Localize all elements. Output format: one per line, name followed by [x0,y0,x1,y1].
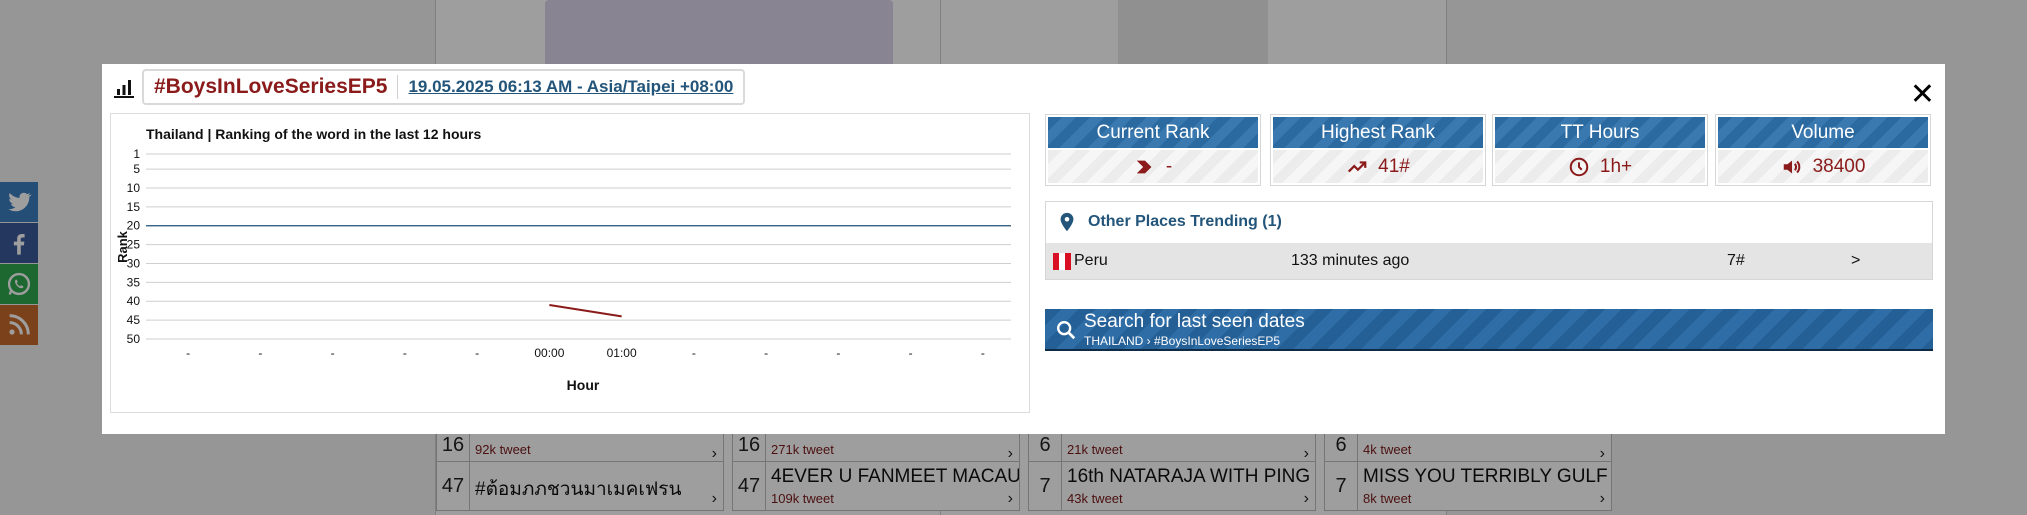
trend-datetime-link[interactable]: 19.05.2025 06:13 AM - Asia/Taipei +08:00 [398,77,743,97]
modal-header: #BoysInLoveSeriesEP5 19.05.2025 06:13 AM… [142,69,746,105]
chart-y-tick-label: 35 [127,275,141,289]
chart-series [549,304,622,318]
stat-value-row: 41# [1273,150,1483,183]
chart-y-tick-label: 20 [127,219,141,233]
chart-title: Thailand | Ranking of the word in the la… [146,126,481,142]
stat-tt-hours: TT Hours 1h+ [1492,114,1708,186]
chart-x-ticks: - - - - - 00:00 01:00 - - - - - [186,346,985,360]
clock-icon [1569,157,1589,176]
chart-x-tick-label: 00:00 [534,346,564,360]
chart-x-tick-label: - [981,346,985,360]
stat-current-rank: Current Rank - [1045,114,1261,186]
chart-x-tick-label: - [475,346,479,360]
place-time-ago: 133 minutes ago [1291,252,1410,269]
stat-volume: Volume 38400 [1715,114,1931,186]
place-country: Peru [1074,252,1108,269]
search-breadcrumb: THAILAND › #BoysInLoveSeriesEP5 [1084,334,1281,348]
chart-x-tick-label: - [331,346,335,360]
chart-y-ticks: 15 10 15 20 25 30 35 40 45 50 [127,147,141,346]
stat-value-row: 38400 [1718,150,1928,183]
other-places-header: Other Places Trending (1) [1046,202,1932,242]
search-icon [1057,321,1076,340]
place-arrow: > [1851,252,1861,269]
stat-label: Current Rank [1048,117,1258,148]
bar-chart-icon [114,80,134,98]
trend-hashtag-title: #BoysInLoveSeriesEP5 [154,75,388,98]
chart-x-tick-label: - [764,346,768,360]
chart-x-tick-label: - [186,346,190,360]
chart-y-tick-label: 30 [127,256,141,270]
volume-icon [1783,160,1800,173]
stat-label: TT Hours [1495,117,1705,148]
stat-value-row: 1h+ [1495,150,1705,183]
chart-y-tick-label: 45 [127,313,141,327]
chart-y-tick-label: 40 [127,294,141,308]
chevron-right-icon [1136,160,1152,173]
chart-x-tick-label: - [258,346,262,360]
other-places-panel: Other Places Trending (1) Peru 133 minut… [1045,201,1933,280]
trend-detail-modal: #BoysInLoveSeriesEP5 19.05.2025 06:13 AM… [102,64,1945,434]
trend-stats: Current Rank - Highest Rank 41# TT Hours… [1045,114,1935,186]
chart-x-tick-label: - [909,346,913,360]
chart-x-axis-label: Hour [567,377,600,393]
place-row-peru[interactable]: Peru 133 minutes ago 7# > [1046,243,1932,279]
stat-highest-rank: Highest Rank 41# [1270,114,1486,186]
stat-value: - [1165,155,1173,177]
stat-label: Volume [1718,117,1928,148]
other-places-title: Other Places Trending (1) [1088,213,1282,230]
trending-up-icon [1348,160,1367,172]
chart-y-tick-label: 15 [127,200,141,214]
chart-y-tick-label: 25 [127,238,141,252]
chart-y-tick-label: 5 [133,162,140,176]
stat-label: Highest Rank [1273,117,1483,148]
stat-value: 1h+ [1599,155,1633,177]
chart-series-line [549,304,622,318]
chart-y-tick-label: 10 [127,181,141,195]
peru-flag-icon [1053,253,1071,270]
close-icon[interactable]: ✕ [1910,80,1935,110]
chart-x-tick-label: - [692,346,696,360]
map-pin-icon [1060,212,1074,232]
search-last-seen-button[interactable]: Search for last seen dates THAILAND › #B… [1045,309,1933,351]
rank-chart-panel: Thailand | Ranking of the word in the la… [110,113,1030,413]
chart-grid [146,153,1011,340]
chart-x-tick-label: - [403,346,407,360]
chart-x-tick-label: - [836,346,840,360]
place-rank: 7# [1727,252,1745,269]
search-label: Search for last seen dates [1084,311,1305,332]
stat-value: 38400 [1812,155,1866,177]
stat-value: 41# [1378,155,1410,177]
rank-line-chart: Thailand | Ranking of the word in the la… [115,126,1011,393]
stat-value-row: - [1048,150,1258,183]
chart-y-tick-label: 1 [133,147,140,161]
chart-y-tick-label: 50 [127,332,141,346]
chart-x-tick-label: 01:00 [607,346,637,360]
